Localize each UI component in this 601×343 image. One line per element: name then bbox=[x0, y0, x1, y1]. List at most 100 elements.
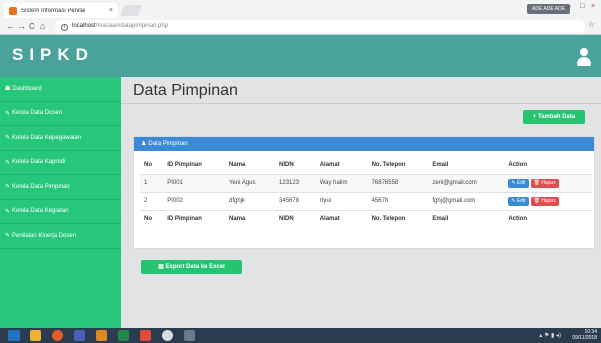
column-footer: No. Telepon bbox=[367, 209, 429, 228]
cell-nama: Yeni Agus bbox=[225, 173, 276, 192]
firefox-icon[interactable] bbox=[52, 330, 63, 341]
divider bbox=[121, 103, 601, 104]
bookmark-star-icon[interactable]: ☆ bbox=[588, 20, 595, 29]
column-footer: NIDN bbox=[275, 209, 316, 228]
mail-icon[interactable] bbox=[74, 330, 85, 341]
screen: Sistem Informasi Penilai × ADE ADE ADE –… bbox=[0, 0, 601, 343]
sidebar-item-penilaian[interactable]: ✎ Penilaian Kinerja Dosen bbox=[0, 224, 121, 249]
new-tab-button[interactable] bbox=[119, 5, 143, 16]
export-label: Export Data ke Excel bbox=[165, 264, 225, 270]
address-input[interactable]: i localhost/masaan/datapimpinan.php bbox=[55, 20, 585, 33]
close-icon[interactable]: × bbox=[109, 7, 113, 14]
sidebar-item-label: Kelola Data Kaprodi bbox=[12, 159, 66, 166]
browser-toolbar: ← → C ⌂ i localhost/masaan/datapimpinan.p… bbox=[0, 18, 601, 35]
pimpinan-table: No ID Pimpinan Nama NIDN Alamat No. Tele… bbox=[140, 156, 592, 228]
edit-icon: ✎ bbox=[5, 110, 11, 117]
forward-icon[interactable]: → bbox=[17, 21, 26, 32]
taskbar: ▴ ⚑ ▮ ◂) 10:34 09/11/2018 bbox=[0, 328, 601, 343]
cell-no: 1 bbox=[140, 173, 164, 192]
column-footer: Alamat bbox=[315, 209, 368, 228]
user-icon: ♟ bbox=[141, 141, 147, 147]
cell-no: 2 bbox=[140, 191, 164, 210]
back-icon[interactable]: ← bbox=[6, 21, 15, 32]
cell-email: zeni@gmail.com bbox=[428, 173, 505, 192]
cell-nama: dfghjk bbox=[225, 191, 276, 210]
excel-icon[interactable] bbox=[118, 330, 129, 341]
clock[interactable]: 10:34 09/11/2018 bbox=[572, 330, 597, 341]
edit-icon: ✎ bbox=[5, 184, 11, 191]
edit-icon: ✎ bbox=[5, 159, 11, 166]
column-header: No bbox=[144, 161, 152, 168]
column-header: Action bbox=[508, 161, 528, 168]
app-header: SIPKD bbox=[0, 35, 601, 77]
data-panel: ♟ Data Pimpinan No ID Pimpinan Nama NIDN … bbox=[133, 136, 595, 249]
column-header: No. Telepon bbox=[371, 161, 406, 168]
cell-email: fghj@gmail.com bbox=[428, 191, 505, 210]
paint-icon[interactable] bbox=[184, 330, 195, 341]
column-footer: Email bbox=[428, 209, 505, 228]
home-icon[interactable]: ⌂ bbox=[40, 21, 45, 32]
edit-button[interactable]: ✎ Edit bbox=[508, 178, 529, 188]
home-icon: ☗ bbox=[5, 86, 11, 93]
column-footer: No bbox=[140, 209, 164, 228]
cell-telepon: 76876558 bbox=[367, 173, 429, 192]
browser-tabbar: Sistem Informasi Penilai × ADE ADE ADE –… bbox=[0, 0, 601, 18]
sidebar-item-label: Penilaian Kinerja Dosen bbox=[12, 232, 77, 239]
profile-chip[interactable]: ADE ADE ADE bbox=[527, 4, 571, 14]
column-footer: ID Pimpinan bbox=[163, 209, 226, 228]
column-header: NIDN bbox=[279, 161, 294, 168]
chrome-icon[interactable] bbox=[162, 330, 173, 341]
edit-icon: ✎ bbox=[5, 135, 11, 142]
sidebar-item-kaprodi[interactable]: ✎ Kelola Data Kaprodi bbox=[0, 151, 121, 175]
sidebar-item-label: Kelola Data Dosen bbox=[12, 110, 63, 117]
delete-button[interactable]: 🗑 Hapus bbox=[530, 178, 559, 188]
table-footer-row: No ID Pimpinan Nama NIDN Alamat No. Tele… bbox=[140, 209, 592, 228]
sidebar-item-pimpinan[interactable]: ✎ Kelola Data Pimpinan bbox=[0, 175, 121, 200]
page-title: Data Pimpinan bbox=[133, 82, 238, 99]
info-icon[interactable]: i bbox=[61, 24, 68, 31]
column-footer: Action bbox=[504, 209, 592, 228]
url-path: /masaan/datapimpinan.php bbox=[95, 23, 169, 29]
sidebar-item-dashboard[interactable]: ☗ Dashboard bbox=[0, 77, 121, 102]
edit-icon: ✎ bbox=[5, 208, 11, 215]
cell-alamat: Way halim bbox=[315, 173, 368, 192]
sidebar-item-label: Kelola Data Kegiatan bbox=[12, 208, 69, 215]
sidebar-item-kepegawaian[interactable]: ✎ Kelola Data Kepegawaian bbox=[0, 126, 121, 151]
reload-icon[interactable]: C bbox=[29, 21, 35, 32]
url-host: localhost bbox=[72, 23, 96, 29]
minimize-icon[interactable]: – bbox=[567, 3, 571, 10]
delete-label: Hapus bbox=[541, 179, 556, 186]
user-icon-head bbox=[580, 48, 588, 56]
edit-icon: ✎ bbox=[5, 233, 11, 240]
app-icon[interactable] bbox=[140, 330, 151, 341]
sidebar-item-dosen[interactable]: ✎ Kelola Data Dosen bbox=[0, 102, 121, 126]
browser-tab[interactable]: Sistem Informasi Penilai × bbox=[4, 3, 118, 18]
clock-date: 09/11/2018 bbox=[572, 335, 597, 341]
user-icon[interactable] bbox=[577, 48, 591, 66]
tab-title: Sistem Informasi Penilai bbox=[21, 7, 86, 14]
delete-button[interactable]: 🗑 Hapus bbox=[530, 196, 559, 206]
cell-action: ✎ Edit 🗑 Hapus bbox=[504, 173, 592, 192]
edit-label: Edit bbox=[516, 179, 526, 186]
column-header: Email bbox=[432, 161, 449, 168]
system-tray-icons[interactable]: ▴ ⚑ ▮ ◂) bbox=[539, 332, 561, 339]
app-icon[interactable] bbox=[96, 330, 107, 341]
sidebar-item-kegiatan[interactable]: ✎ Kelola Data Kegiatan bbox=[0, 200, 121, 224]
start-button-icon[interactable] bbox=[8, 330, 20, 341]
column-header: Alamat bbox=[319, 161, 340, 168]
add-data-button[interactable]: + Tambah Data bbox=[523, 110, 585, 124]
export-excel-button[interactable]: ▤ Export Data ke Excel bbox=[141, 260, 242, 274]
file-explorer-icon[interactable] bbox=[30, 330, 41, 341]
cell-alamat: rtyui bbox=[315, 191, 368, 210]
table-row: 1 PI001 Yeni Agus 123123 Way halim 76876… bbox=[140, 173, 592, 192]
brand-logo[interactable]: SIPKD bbox=[12, 45, 94, 65]
maximize-icon[interactable]: □ bbox=[580, 3, 584, 10]
main-content: Data Pimpinan + Tambah Data ♟ Data Pimpin… bbox=[121, 77, 601, 328]
cell-telepon: 45678 bbox=[367, 191, 429, 210]
column-header: Nama bbox=[229, 161, 246, 168]
panel-header: ♟ Data Pimpinan bbox=[134, 137, 594, 151]
window-close-icon[interactable]: × bbox=[591, 3, 595, 10]
edit-button[interactable]: ✎ Edit bbox=[508, 196, 529, 206]
table-header-row: No ID Pimpinan Nama NIDN Alamat No. Tele… bbox=[140, 156, 592, 174]
edit-label: Edit bbox=[516, 197, 526, 204]
